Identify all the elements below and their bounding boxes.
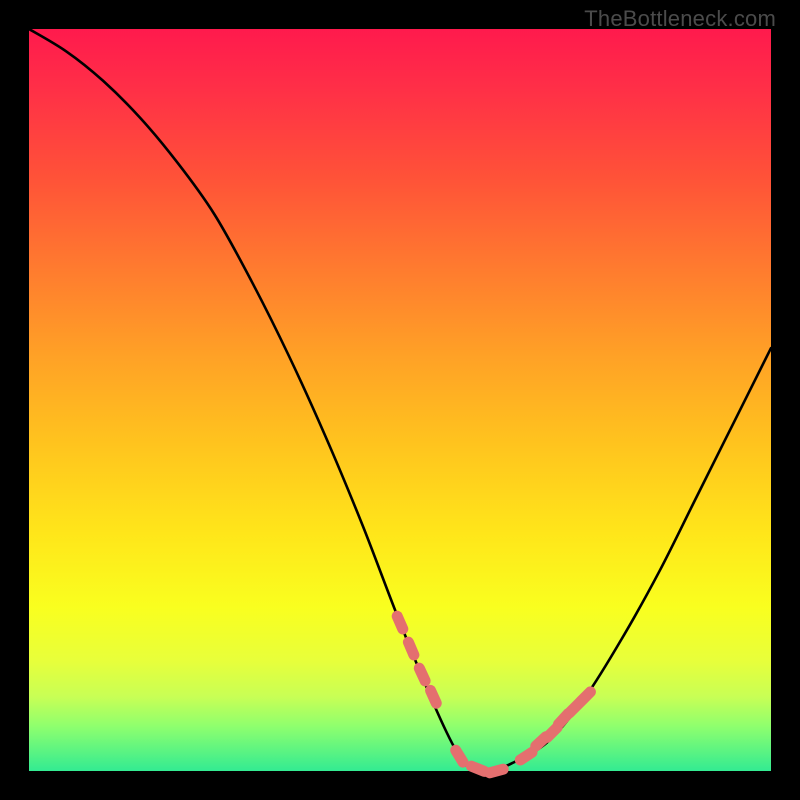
highlight-dot [581, 692, 591, 702]
highlight-dot [408, 642, 414, 655]
highlight-dot [419, 668, 425, 681]
highlight-dot [397, 616, 403, 629]
chart-frame: TheBottleneck.com [0, 0, 800, 800]
bottleneck-curve [29, 29, 771, 772]
curve-svg [29, 29, 771, 771]
plot-area [29, 29, 771, 771]
highlight-dots [397, 616, 590, 773]
highlight-dot [471, 766, 484, 771]
highlight-dot [547, 728, 557, 738]
highlight-dot [520, 752, 532, 760]
highlight-dot [431, 690, 437, 703]
highlight-dot [490, 769, 504, 773]
highlight-dot [456, 750, 463, 762]
